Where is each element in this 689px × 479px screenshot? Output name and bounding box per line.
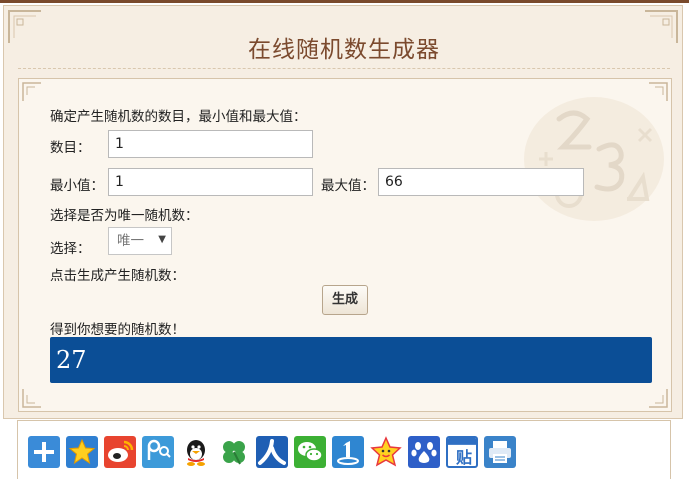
page-title: 在线随机数生成器 xyxy=(248,37,440,63)
intro-text: 确定产生随机数的数目，最小值和最大值： xyxy=(50,109,307,125)
min-input[interactable]: 1 xyxy=(108,168,313,196)
tieba-icon[interactable]: 贴 xyxy=(446,436,478,468)
select-label: 选择： xyxy=(50,241,91,257)
count-label: 数目： xyxy=(50,140,91,156)
unique-select-value: 唯一 xyxy=(117,233,144,249)
max-input[interactable]: 66 xyxy=(378,168,584,196)
top-bar xyxy=(0,0,689,3)
chevron-down-icon: ▼ xyxy=(158,234,166,245)
wechat-icon[interactable] xyxy=(294,436,326,468)
count-input[interactable]: 1 xyxy=(108,130,313,158)
numbers-decoration-icon xyxy=(499,79,669,249)
print-icon[interactable] xyxy=(484,436,516,468)
main-frame: 在线随机数生成器 确定产生随机数的数目，最小值和最大值： 数目： 1 最小值： … xyxy=(3,5,683,419)
qzone-icon[interactable] xyxy=(142,436,174,468)
plus-share-icon[interactable] xyxy=(28,436,60,468)
unique-prompt: 选择是否为唯一随机数： xyxy=(50,208,199,224)
generate-button[interactable]: 生成 xyxy=(322,285,368,315)
generate-prompt: 点击生成产生随机数： xyxy=(50,268,185,284)
panel-corner-icon xyxy=(21,81,43,103)
star-smile-icon[interactable] xyxy=(370,436,402,468)
renren-icon[interactable] xyxy=(256,436,288,468)
panel-corner-icon xyxy=(21,387,43,409)
generator-panel: 确定产生随机数的数目，最小值和最大值： 数目： 1 最小值： 1 最大值： 66… xyxy=(18,78,672,412)
share-bar: 贴 xyxy=(17,420,671,479)
result-label: 得到你想要的随机数！ xyxy=(50,322,185,338)
min-label: 最小值： xyxy=(50,178,104,194)
star-favorite-icon[interactable] xyxy=(66,436,98,468)
rank-one-icon[interactable] xyxy=(332,436,364,468)
qq-penguin-icon[interactable] xyxy=(180,436,212,468)
clover-icon[interactable] xyxy=(218,436,250,468)
title-divider xyxy=(18,68,670,69)
max-label: 最大值： xyxy=(321,178,375,194)
result-output: 27 xyxy=(50,337,652,383)
weibo-icon[interactable] xyxy=(104,436,136,468)
tieba-glyph: 贴 xyxy=(456,448,472,467)
panel-corner-icon xyxy=(647,387,669,409)
baidu-paw-icon[interactable] xyxy=(408,436,440,468)
unique-select[interactable]: 唯一 ▼ xyxy=(108,227,172,255)
